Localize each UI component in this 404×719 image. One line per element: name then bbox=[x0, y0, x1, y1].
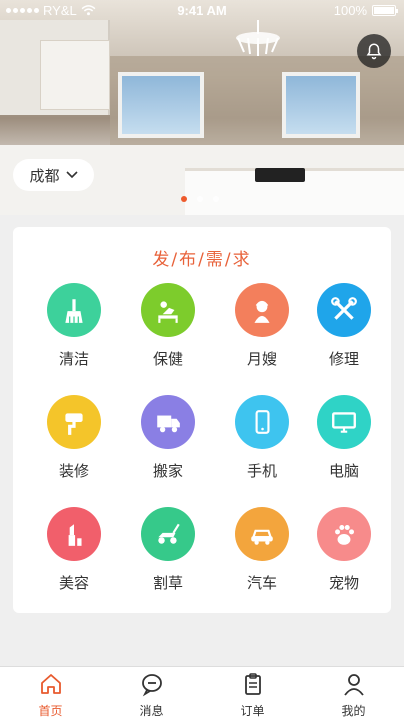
service-item[interactable]: 修理 bbox=[297, 283, 391, 369]
chevron-down-icon bbox=[65, 171, 78, 179]
service-icon-circle bbox=[235, 395, 289, 449]
battery-icon bbox=[372, 5, 398, 16]
service-label: 保健 bbox=[152, 350, 183, 368]
services-card: 发/布/需/求 清洁 保健 月嫂 修理装修 搬家 手机 电脑美容 割草 汽车 宠物 bbox=[13, 227, 391, 613]
lawnmower-icon bbox=[158, 523, 180, 544]
phone-icon bbox=[255, 410, 270, 434]
carousel-indicator bbox=[181, 196, 219, 202]
banner-cabinet-door bbox=[40, 40, 110, 110]
chandelier-image bbox=[236, 20, 280, 56]
massage-icon bbox=[158, 301, 178, 323]
nanny-icon bbox=[254, 300, 270, 323]
service-item[interactable]: 美容 bbox=[27, 507, 121, 593]
message-icon bbox=[141, 674, 162, 697]
service-label: 装修 bbox=[58, 462, 89, 480]
service-label: 修理 bbox=[328, 350, 359, 368]
lipstick-icon bbox=[68, 524, 82, 546]
battery-info: 100% bbox=[333, 3, 398, 18]
service-icon-circle bbox=[317, 283, 371, 337]
tab-label: 我的 bbox=[341, 704, 366, 718]
tab-message[interactable]: 消息 bbox=[101, 671, 202, 719]
bell-icon bbox=[366, 43, 382, 60]
service-icon-circle bbox=[47, 395, 101, 449]
battery-percent: 100% bbox=[333, 3, 367, 18]
paw-icon bbox=[335, 525, 355, 545]
tab-bar: 首页 消息 订单 我的 bbox=[0, 666, 404, 719]
service-label: 美容 bbox=[58, 574, 89, 592]
service-item[interactable]: 电脑 bbox=[297, 395, 391, 481]
banner-window bbox=[118, 72, 204, 138]
service-icon-circle bbox=[235, 283, 289, 337]
tab-label: 消息 bbox=[139, 704, 164, 718]
banner-window bbox=[282, 72, 360, 138]
service-item[interactable]: 装修 bbox=[27, 395, 121, 481]
user-icon bbox=[343, 674, 364, 696]
service-item[interactable]: 割草 bbox=[121, 507, 215, 593]
service-icon-circle bbox=[47, 283, 101, 337]
home-icon bbox=[40, 674, 61, 694]
service-icon-circle bbox=[47, 507, 101, 561]
tab-user[interactable]: 我的 bbox=[303, 671, 404, 719]
clipboard-icon bbox=[244, 673, 261, 695]
service-icon-circle bbox=[317, 395, 371, 449]
carousel-dot[interactable] bbox=[197, 196, 203, 202]
services-title: 发/布/需/求 bbox=[152, 250, 252, 270]
service-item[interactable]: 搬家 bbox=[121, 395, 215, 481]
service-label: 电脑 bbox=[328, 462, 359, 480]
truck-icon bbox=[157, 415, 180, 433]
paint-roller-icon bbox=[65, 413, 83, 435]
service-item[interactable]: 保健 bbox=[121, 283, 215, 369]
notification-button[interactable] bbox=[357, 34, 391, 68]
service-item[interactable]: 清洁 bbox=[27, 283, 121, 369]
service-label: 宠物 bbox=[328, 574, 359, 592]
service-label: 手机 bbox=[246, 462, 277, 480]
service-item[interactable]: 宠物 bbox=[297, 507, 391, 593]
service-icon-circle bbox=[141, 507, 195, 561]
tab-label: 首页 bbox=[38, 704, 63, 718]
service-label: 汽车 bbox=[246, 574, 277, 592]
tools-icon bbox=[331, 297, 357, 320]
service-icon-circle bbox=[141, 283, 195, 337]
carousel-dot[interactable] bbox=[213, 196, 219, 202]
city-selector[interactable]: 成都 bbox=[13, 159, 94, 191]
service-label: 割草 bbox=[152, 574, 183, 592]
service-icon-circle bbox=[317, 507, 371, 561]
service-label: 月嫂 bbox=[246, 350, 277, 368]
service-label: 清洁 bbox=[58, 350, 89, 368]
service-icon-circle bbox=[235, 507, 289, 561]
service-item[interactable]: 月嫂 bbox=[215, 283, 309, 369]
tab-label: 订单 bbox=[240, 704, 265, 718]
service-item[interactable]: 汽车 bbox=[215, 507, 309, 593]
service-item[interactable]: 手机 bbox=[215, 395, 309, 481]
service-label: 搬家 bbox=[152, 462, 183, 480]
tab-home[interactable]: 首页 bbox=[0, 671, 101, 719]
car-icon bbox=[251, 529, 273, 545]
broom-icon bbox=[65, 299, 83, 323]
banner-hob bbox=[255, 168, 305, 182]
city-label: 成都 bbox=[29, 166, 60, 185]
tab-clipboard[interactable]: 订单 bbox=[202, 671, 303, 719]
monitor-icon bbox=[332, 412, 356, 433]
banner-carousel[interactable]: 成都 bbox=[0, 0, 404, 215]
status-bar: RY&L 9:41 AM 100% bbox=[0, 0, 404, 22]
service-icon-circle bbox=[141, 395, 195, 449]
carousel-dot-active[interactable] bbox=[181, 196, 187, 202]
